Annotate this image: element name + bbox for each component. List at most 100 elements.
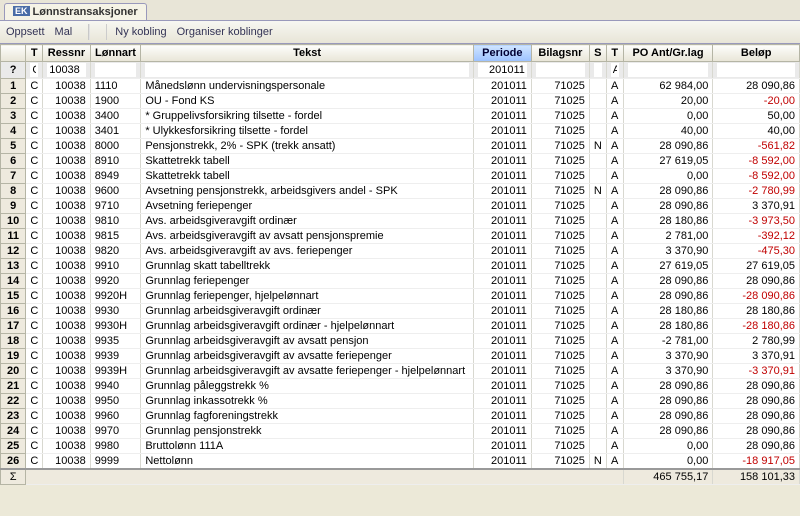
cell-lonnart[interactable]: 8000 (90, 139, 141, 154)
cell-ant[interactable]: 28 180,86 (623, 319, 713, 334)
cell-ressnr[interactable]: 10038 (43, 214, 90, 229)
cell-ressnr[interactable]: 10038 (43, 109, 90, 124)
cell-bilagsnr[interactable]: 71025 (531, 424, 589, 439)
cell-periode[interactable]: 201011 (473, 199, 531, 214)
table-row[interactable]: 23C100389960Grunnlag fagforeningstrekk20… (1, 409, 800, 424)
cell-t2[interactable]: A (606, 214, 623, 229)
row-number[interactable]: 6 (1, 154, 26, 169)
cell-s[interactable] (589, 379, 606, 394)
cell-lonnart[interactable]: 9950 (90, 394, 141, 409)
cell-ant[interactable]: 28 090,86 (623, 394, 713, 409)
cell-belop[interactable]: -18 917,05 (713, 454, 800, 470)
filter-s-input[interactable] (594, 63, 602, 77)
cell-t2[interactable]: A (606, 409, 623, 424)
cell-t[interactable]: C (26, 379, 43, 394)
cell-bilagsnr[interactable]: 71025 (531, 394, 589, 409)
toolbar-organiser[interactable]: Organiser koblinger (177, 26, 273, 38)
cell-bilagsnr[interactable]: 71025 (531, 289, 589, 304)
cell-ant[interactable]: 0,00 (623, 109, 713, 124)
cell-bilagsnr[interactable]: 71025 (531, 259, 589, 274)
table-row[interactable]: 22C100389950Grunnlag inkassotrekk %20101… (1, 394, 800, 409)
cell-t[interactable]: C (26, 184, 43, 199)
cell-ressnr[interactable]: 10038 (43, 184, 90, 199)
cell-s[interactable] (589, 244, 606, 259)
cell-periode[interactable]: 201011 (473, 109, 531, 124)
cell-t[interactable]: C (26, 349, 43, 364)
cell-ressnr[interactable]: 10038 (43, 334, 90, 349)
cell-s[interactable]: N (589, 184, 606, 199)
cell-belop[interactable]: 40,00 (713, 124, 800, 139)
row-number[interactable]: 7 (1, 169, 26, 184)
row-number[interactable]: 24 (1, 424, 26, 439)
cell-tekst[interactable]: Grunnlag arbeidsgiveravgift ordinær (141, 304, 473, 319)
filter-periode-input[interactable] (478, 63, 527, 77)
cell-bilagsnr[interactable]: 71025 (531, 379, 589, 394)
cell-belop[interactable]: 28 090,86 (713, 424, 800, 439)
cell-lonnart[interactable]: 9910 (90, 259, 141, 274)
cell-t[interactable]: C (26, 169, 43, 184)
cell-s[interactable]: N (589, 139, 606, 154)
cell-belop[interactable]: 28 090,86 (713, 379, 800, 394)
cell-s[interactable] (589, 409, 606, 424)
cell-tekst[interactable]: Grunnlag arbeidsgiveravgift av avsatte f… (141, 349, 473, 364)
table-row[interactable]: 8C100389600Avsetning pensjonstrekk, arbe… (1, 184, 800, 199)
cell-lonnart[interactable]: 9999 (90, 454, 141, 470)
cell-periode[interactable]: 201011 (473, 124, 531, 139)
cell-ressnr[interactable]: 10038 (43, 424, 90, 439)
table-row[interactable]: 11C100389815Avs. arbeidsgiveravgift av a… (1, 229, 800, 244)
cell-belop[interactable]: -8 592,00 (713, 169, 800, 184)
cell-periode[interactable]: 201011 (473, 229, 531, 244)
cell-belop[interactable]: -8 592,00 (713, 154, 800, 169)
cell-ressnr[interactable]: 10038 (43, 124, 90, 139)
cell-t2[interactable]: A (606, 109, 623, 124)
cell-ant[interactable]: -2 781,00 (623, 334, 713, 349)
cell-belop[interactable]: 3 370,91 (713, 349, 800, 364)
cell-tekst[interactable]: OU - Fond KS (141, 94, 473, 109)
cell-t2[interactable]: A (606, 259, 623, 274)
cell-t2[interactable]: A (606, 199, 623, 214)
table-row[interactable]: 21C100389940Grunnlag påleggstrekk %20101… (1, 379, 800, 394)
cell-t2[interactable]: A (606, 319, 623, 334)
cell-s[interactable] (589, 304, 606, 319)
table-row[interactable]: 17C100389930HGrunnlag arbeidsgiveravgift… (1, 319, 800, 334)
filter-lonnart[interactable] (90, 62, 141, 79)
cell-ant[interactable]: 3 370,90 (623, 244, 713, 259)
row-number[interactable]: 25 (1, 439, 26, 454)
cell-ressnr[interactable]: 10038 (43, 409, 90, 424)
cell-s[interactable] (589, 364, 606, 379)
cell-belop[interactable]: 27 619,05 (713, 259, 800, 274)
cell-bilagsnr[interactable]: 71025 (531, 94, 589, 109)
cell-ant[interactable]: 20,00 (623, 94, 713, 109)
cell-lonnart[interactable]: 9935 (90, 334, 141, 349)
cell-tekst[interactable]: Grunnlag arbeidsgiveravgift ordinær - hj… (141, 319, 473, 334)
cell-t2[interactable]: A (606, 334, 623, 349)
cell-ressnr[interactable]: 10038 (43, 259, 90, 274)
cell-belop[interactable]: -2 780,99 (713, 184, 800, 199)
cell-t2[interactable]: A (606, 394, 623, 409)
cell-ant[interactable]: 0,00 (623, 169, 713, 184)
cell-bilagsnr[interactable]: 71025 (531, 304, 589, 319)
cell-t2[interactable]: A (606, 139, 623, 154)
cell-ant[interactable]: 0,00 (623, 439, 713, 454)
cell-t[interactable]: C (26, 304, 43, 319)
cell-t2[interactable]: A (606, 229, 623, 244)
row-number[interactable]: 19 (1, 349, 26, 364)
cell-bilagsnr[interactable]: 71025 (531, 169, 589, 184)
cell-tekst[interactable]: Avs. arbeidsgiveravgift ordinær (141, 214, 473, 229)
header-t2[interactable]: T (606, 45, 623, 62)
table-row[interactable]: 18C100389935Grunnlag arbeidsgiveravgift … (1, 334, 800, 349)
cell-bilagsnr[interactable]: 71025 (531, 124, 589, 139)
table-row[interactable]: 16C100389930Grunnlag arbeidsgiveravgift … (1, 304, 800, 319)
cell-ressnr[interactable]: 10038 (43, 289, 90, 304)
cell-periode[interactable]: 201011 (473, 349, 531, 364)
cell-periode[interactable]: 201011 (473, 454, 531, 470)
table-row[interactable]: 26C100389999Nettolønn20101171025NA0,00-1… (1, 454, 800, 470)
cell-periode[interactable]: 201011 (473, 184, 531, 199)
cell-ressnr[interactable]: 10038 (43, 229, 90, 244)
header-t[interactable]: T (26, 45, 43, 62)
filter-ant-input[interactable] (628, 63, 709, 77)
cell-bilagsnr[interactable]: 71025 (531, 334, 589, 349)
cell-t[interactable]: C (26, 319, 43, 334)
cell-s[interactable] (589, 124, 606, 139)
cell-periode[interactable]: 201011 (473, 424, 531, 439)
